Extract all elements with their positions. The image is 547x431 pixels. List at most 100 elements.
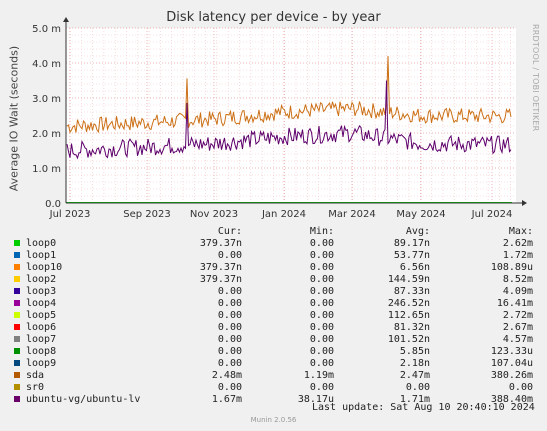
header-avg: Avg: [405,226,430,237]
legend-swatch [14,300,20,306]
legend-name: loop4 [26,298,57,309]
legend-avg: 53.77n [393,250,430,261]
legend-avg: 2.47m [399,370,430,381]
legend-swatch [14,360,20,366]
legend-min: 0.00 [309,286,334,297]
legend-max: 108.89u [490,262,533,273]
legend-cur: 0.00 [217,298,242,309]
legend-swatch [14,288,20,294]
legend-swatch [14,348,20,354]
legend-max: 1.72m [502,250,533,261]
legend-row-loop1: loop1 0.00 0.00 53.77n 1.72m [0,250,547,262]
legend-name: loop9 [26,358,57,369]
legend-name: ubuntu-vg/ubuntu-lv [26,394,141,405]
legend-cur: 2.48m [211,370,242,381]
legend-avg: 0.00 [405,382,430,393]
legend-swatch [14,240,20,246]
legend-cur: 0.00 [217,322,242,333]
legend-row-loop5: loop5 0.00 0.00 112.65n 2.72m [0,310,547,322]
legend-cur: 0.00 [217,250,242,261]
legend-min: 0.00 [309,250,334,261]
legend-max: 2.62m [502,238,533,249]
legend-swatch [14,312,20,318]
legend-min: 0.00 [309,310,334,321]
legend-avg: 89.17n [393,238,430,249]
legend-max: 8.52m [502,274,533,285]
y-tick-label: 3.0 m [32,94,61,105]
legend-min: 0.00 [309,238,334,249]
legend-swatch [14,372,20,378]
legend-cur: 0.00 [217,358,242,369]
legend-name: loop2 [26,274,57,285]
x-tick-label: Jul 2024 [471,209,513,220]
legend-name: sr0 [26,382,45,393]
y-tick-label: 1.0 m [32,164,61,175]
legend-max: 380.26m [490,370,533,381]
legend-cur: 0.00 [217,382,242,393]
legend-row-loop4: loop4 0.00 0.00 246.52n 16.41m [0,298,547,310]
legend-name: loop1 [26,250,57,261]
legend-row-loop7: loop7 0.00 0.00 101.52n 4.57m [0,334,547,346]
x-tick-label: Sep 2023 [123,209,170,220]
legend-min: 0.00 [309,322,334,333]
x-tick-label: Jul 2023 [49,209,91,220]
legend-row-sr0: sr0 0.00 0.00 0.00 0.00 [0,382,547,394]
y-axis-arrow [63,17,69,22]
legend-min: 1.19m [303,370,334,381]
legend-avg: 87.33n [393,286,430,297]
legend-swatch [14,324,20,330]
legend-name: loop5 [26,310,57,321]
legend-name: loop3 [26,286,57,297]
x-axis-arrow [522,200,527,206]
legend-name: loop6 [26,322,57,333]
legend-swatch [14,264,20,270]
legend-max: 2.67m [502,322,533,333]
y-tick-label: 2.0 m [32,129,61,140]
x-tick-label: Mar 2024 [328,209,376,220]
legend-cur: 379.37n [199,274,242,285]
legend-name: loop7 [26,334,57,345]
legend-header: Cur: Min: Avg: Max: [0,226,547,238]
legend-avg: 246.52n [387,298,430,309]
legend-row-loop8: loop8 0.00 0.00 5.85n 123.33u [0,346,547,358]
legend-swatch [14,252,20,258]
legend-row-loop2: loop2 379.37n 0.00 144.59n 8.52m [0,274,547,286]
legend-swatch [14,396,20,402]
x-tick-label: Nov 2023 [190,209,238,220]
legend-row-loop0: loop0 379.37n 0.00 89.17n 2.62m [0,238,547,250]
y-tick-label: 5.0 m [32,24,61,35]
legend-min: 0.00 [309,262,334,273]
legend-min: 0.00 [309,358,334,369]
legend-row-sda: sda 2.48m 1.19m 2.47m 380.26m [0,370,547,382]
legend-cur: 0.00 [217,346,242,357]
legend-cur: 379.37n [199,262,242,273]
header-min: Min: [309,226,334,237]
legend-avg: 144.59n [387,274,430,285]
legend-avg: 112.65n [387,310,430,321]
legend-max: 4.57m [502,334,533,345]
legend-avg: 5.85n [399,346,430,357]
legend-max: 107.04u [490,358,533,369]
legend-swatch [14,336,20,342]
legend-min: 0.00 [309,274,334,285]
x-tick-label: Jan 2024 [261,209,306,220]
legend-avg: 101.52n [387,334,430,345]
legend-avg: 6.56n [399,262,430,273]
legend-min: 0.00 [309,298,334,309]
legend-cur: 1.67m [211,394,242,405]
legend-name: loop10 [26,262,63,273]
header-cur: Cur: [217,226,242,237]
legend-row-loop10: loop10 379.37n 0.00 6.56n 108.89u [0,262,547,274]
munin-version: Munin 2.0.56 [250,416,297,424]
legend-name: loop0 [26,238,57,249]
legend-avg: 81.32n [393,322,430,333]
legend-name: loop8 [26,346,57,357]
legend-cur: 0.00 [217,310,242,321]
legend-row-loop6: loop6 0.00 0.00 81.32n 2.67m [0,322,547,334]
legend-max: 4.09m [502,286,533,297]
legend-max: 16.41m [496,298,533,309]
legend-swatch [14,384,20,390]
legend-cur: 0.00 [217,334,242,345]
legend-row-loop3: loop3 0.00 0.00 87.33n 4.09m [0,286,547,298]
legend-row-loop9: loop9 0.00 0.00 2.18n 107.04u [0,358,547,370]
